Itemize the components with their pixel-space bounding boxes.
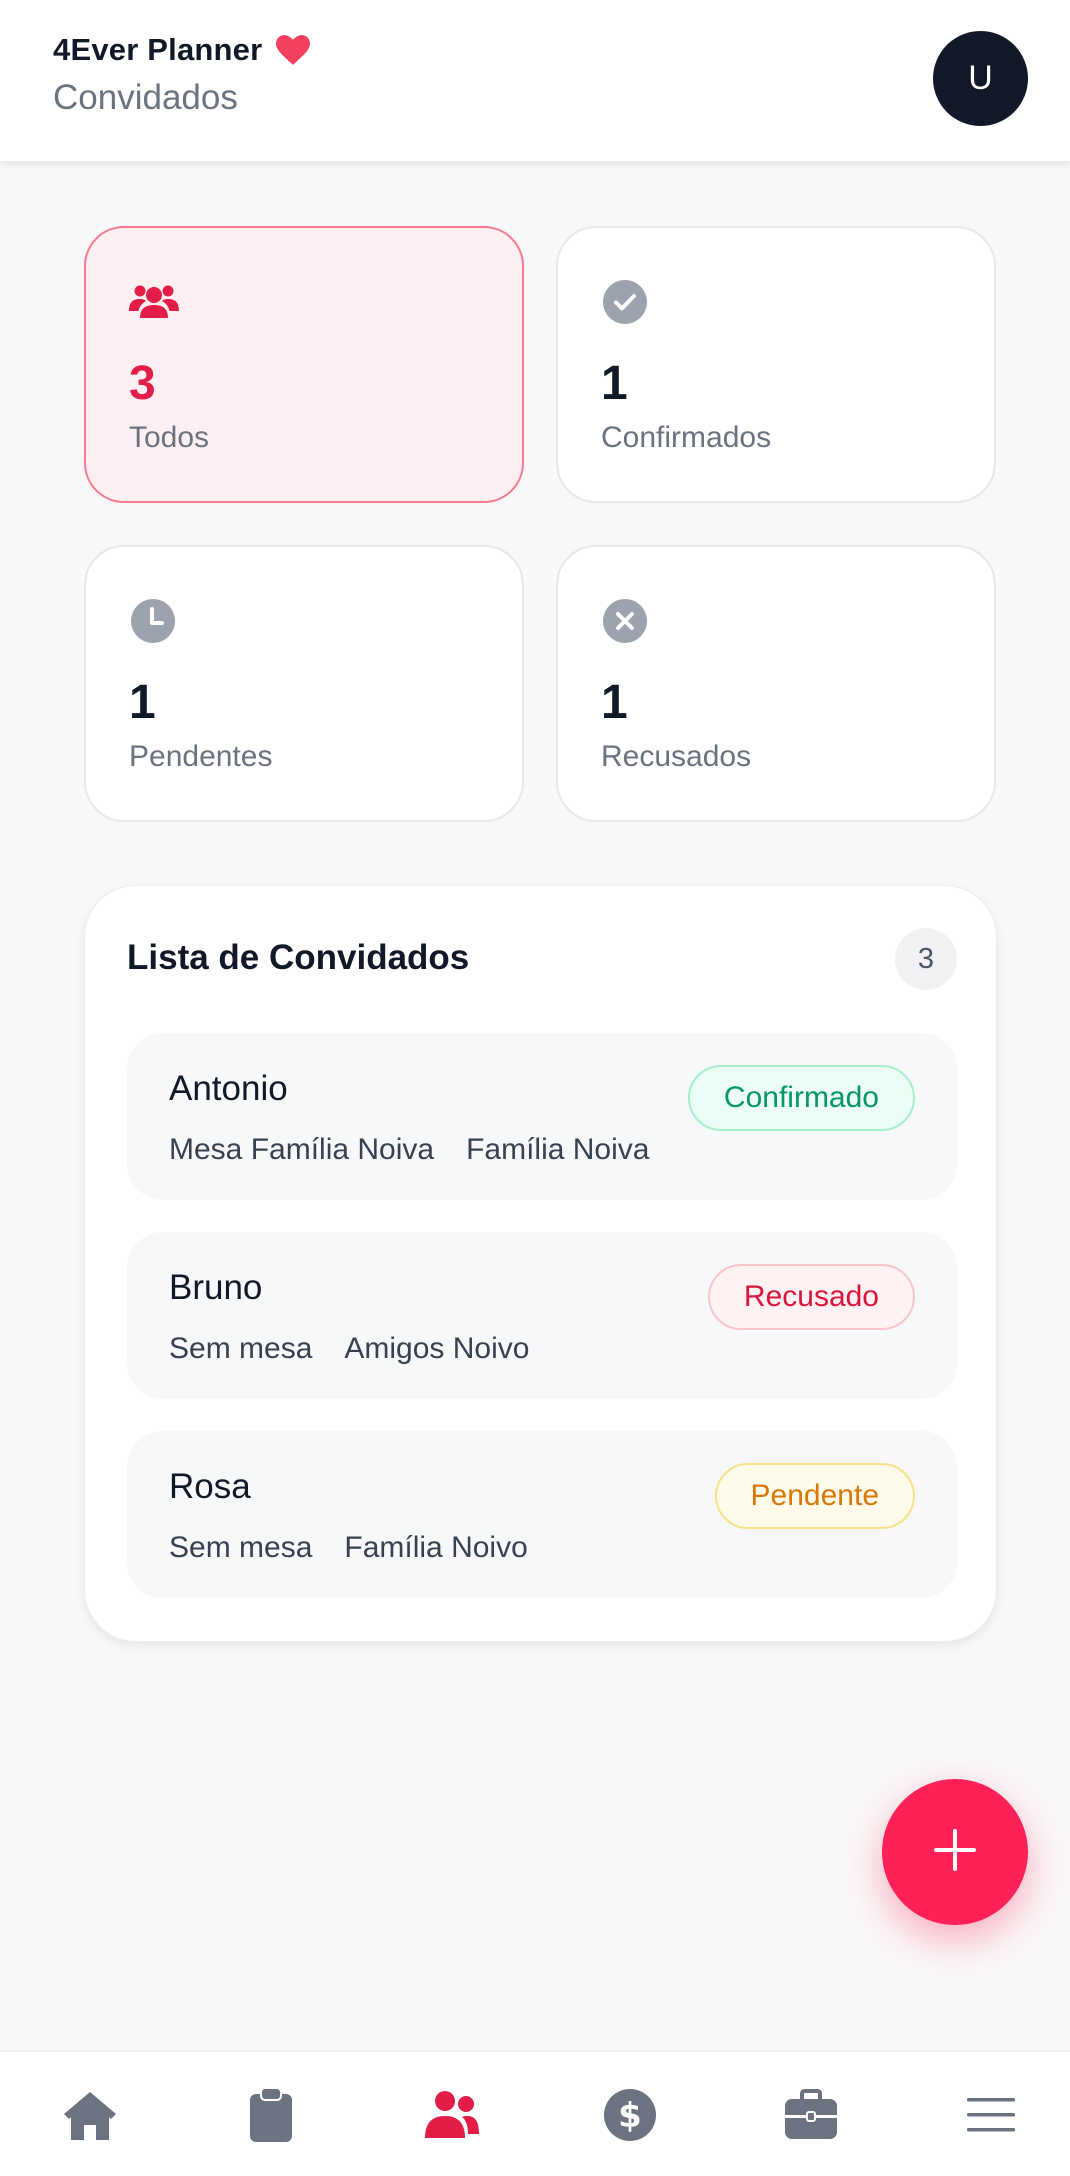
guest-meta: Sem mesa Amigos Noivo [169, 1332, 529, 1366]
guest-table: Sem mesa [169, 1531, 313, 1564]
stat-card-refused[interactable]: 1 Recusados [556, 545, 996, 822]
guest-name: Bruno [169, 1268, 263, 1307]
avatar[interactable]: U [933, 31, 1028, 126]
briefcase-icon [783, 2088, 839, 2146]
stat-value: 1 [601, 357, 628, 410]
stat-label: Todos [129, 421, 210, 454]
svg-text:$: $ [618, 2096, 642, 2136]
guest-table: Sem mesa [169, 1332, 313, 1365]
guest-row-rosa[interactable]: Rosa Sem mesa Família Noivo Pendente [127, 1431, 957, 1598]
add-guest-button[interactable] [882, 1779, 1028, 1925]
guest-row-bruno[interactable]: Bruno Sem mesa Amigos Noivo Recusado [127, 1232, 957, 1399]
bottom-nav: $ [0, 2050, 1070, 2176]
guest-group: Família Noiva [466, 1133, 650, 1166]
home-icon [61, 2088, 119, 2147]
stat-value: 1 [129, 676, 156, 729]
nav-menu[interactable] [956, 2082, 1026, 2152]
status-badge[interactable]: Confirmado [687, 1065, 915, 1131]
stat-value: 3 [129, 357, 156, 410]
clock-icon [129, 597, 177, 645]
stat-value: 1 [601, 676, 628, 729]
brand-row: 4Ever Planner [53, 32, 311, 68]
guest-meta: Mesa Família Noiva Família Noiva [169, 1133, 649, 1167]
menu-icon [966, 2095, 1016, 2140]
stat-card-confirmed[interactable]: 1 Confirmados [556, 226, 996, 503]
users-icon [129, 278, 179, 326]
nav-home[interactable] [55, 2082, 125, 2152]
nav-tasks[interactable] [236, 2082, 306, 2152]
guest-count-badge: 3 [895, 928, 957, 990]
stat-label: Pendentes [129, 740, 273, 773]
dollar-icon: $ [603, 2088, 657, 2147]
nav-guests[interactable] [416, 2082, 486, 2152]
nav-vendors[interactable] [776, 2082, 846, 2152]
status-badge[interactable]: Pendente [714, 1463, 915, 1529]
guest-name: Rosa [169, 1467, 251, 1506]
app-header: 4Ever Planner Convidados U [0, 0, 1070, 162]
stat-label: Confirmados [601, 421, 772, 454]
page-title: Convidados [53, 78, 238, 117]
brand-name: 4Ever Planner [53, 32, 263, 67]
clipboard-icon [248, 2086, 294, 2149]
guest-group: Família Noivo [344, 1531, 528, 1564]
plus-icon [932, 1827, 978, 1878]
stat-card-all[interactable]: 3 Todos [84, 226, 524, 503]
nav-budget[interactable]: $ [595, 2082, 665, 2152]
users-icon [421, 2088, 481, 2147]
x-circle-icon [601, 597, 649, 645]
guest-list-title: Lista de Convidados [127, 938, 470, 977]
status-badge[interactable]: Recusado [707, 1264, 915, 1330]
heart-icon [276, 35, 311, 65]
guest-name: Antonio [169, 1069, 288, 1108]
guest-table: Mesa Família Noiva [169, 1133, 435, 1166]
guests-page: 4Ever Planner Convidados U 3 Todos 1 Con… [0, 0, 1070, 2176]
guest-meta: Sem mesa Família Noivo [169, 1531, 528, 1565]
guest-row-antonio[interactable]: Antonio Mesa Família Noiva Família Noiva… [127, 1033, 957, 1200]
check-circle-icon [601, 278, 649, 326]
guest-group: Amigos Noivo [344, 1332, 530, 1365]
stat-card-pending[interactable]: 1 Pendentes [84, 545, 524, 822]
stat-label: Recusados [601, 740, 752, 773]
guest-list-card: Lista de Convidados 3 Antonio Mesa Famíl… [84, 885, 997, 1642]
